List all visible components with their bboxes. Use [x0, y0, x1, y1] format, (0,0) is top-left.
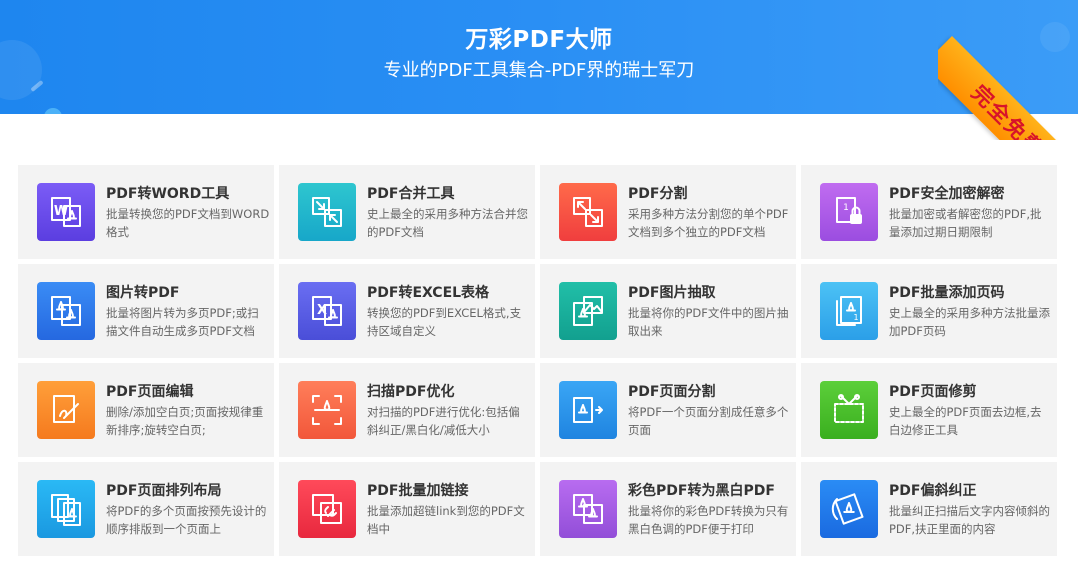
- tool-description: 批量添加超链link到您的PDF文档中: [367, 504, 525, 536]
- image-extract-icon: [559, 282, 617, 340]
- tool-title: PDF页面排列布局: [106, 483, 222, 499]
- tool-description: 批量转换您的PDF文档到WORD格式: [106, 207, 270, 239]
- split-icon: [559, 183, 617, 241]
- tool-description: 批量将你的PDF文件中的图片抽取出来: [628, 306, 789, 338]
- tool-card[interactable]: PDF批量加链接批量添加超链link到您的PDF文档中: [279, 462, 535, 556]
- tool-title: 图片转PDF: [106, 285, 180, 301]
- tool-description: 史上最全的采用多种方法批量添加PDF页码: [889, 306, 1050, 338]
- tool-card[interactable]: 1 PDF批量添加页码史上最全的采用多种方法批量添加PDF页码: [801, 264, 1057, 358]
- svg-text:1: 1: [843, 203, 849, 213]
- tool-description: 转换您的PDF到EXCEL格式,支持区域自定义: [367, 306, 522, 338]
- tool-title: PDF页面编辑: [106, 384, 194, 400]
- tool-card[interactable]: 彩色PDF转为黑白PDF 批量将你的彩色PDF转换为只有黑白色调的PDF便于打印: [540, 462, 796, 556]
- edit-icon: [37, 381, 95, 439]
- header-banner: 万彩PDF大师 专业的PDF工具集合-PDF界的瑞士军刀: [0, 0, 1078, 114]
- page-subtitle: 专业的PDF工具集合-PDF界的瑞士军刀: [383, 60, 695, 81]
- tool-description: 史上最全的PDF页面去边框,去白边修正工具: [889, 405, 1042, 437]
- tool-title: 扫描PDF优化: [367, 384, 455, 400]
- tool-grid: W PDF转WORD工具批量转换您的PDF文档到WORD格式 PDF合并工具史上最全…: [18, 165, 1058, 556]
- excel-icon: X: [298, 282, 356, 340]
- tool-card[interactable]: PDF页面修剪史上最全的PDF页面去边框,去白边修正工具: [801, 363, 1057, 457]
- tool-card[interactable]: PDF页面排列布局将PDF的多个页面按预先设计的顺序排版到一个页面上: [18, 462, 274, 556]
- scan-optimize-icon: [298, 381, 356, 439]
- page-number-icon: 1: [820, 282, 878, 340]
- tool-description: 史上最全的采用多种方法合并您的PDF文档: [367, 207, 528, 239]
- tool-title: PDF页面修剪: [889, 384, 977, 400]
- tool-title: 彩色PDF转为黑白PDF: [628, 483, 775, 499]
- tool-card[interactable]: X PDF转EXCEL表格转换您的PDF到EXCEL格式,支持区域自定义: [279, 264, 535, 358]
- free-badge-label: 完全免费: [966, 80, 1049, 140]
- tool-description: 批量加密或者解密您的PDF,批量添加过期日期限制: [889, 207, 1042, 239]
- tool-card[interactable]: PDF图片抽取批量将你的PDF文件中的图片抽取出来: [540, 264, 796, 358]
- tool-card[interactable]: W PDF转WORD工具批量转换您的PDF文档到WORD格式: [18, 165, 274, 259]
- tool-card[interactable]: PDF分割采用多种方法分割您的单个PDF文档到多个独立的PDF文档: [540, 165, 796, 259]
- tool-card[interactable]: PDF页面分割将PDF一个页面分割成任意多个页面: [540, 363, 796, 457]
- tool-description: 将PDF的多个页面按预先设计的顺序排版到一个页面上: [106, 504, 267, 536]
- tool-card[interactable]: 扫描PDF优化对扫描的PDF进行优化:包括偏斜纠正/黑白化/减低大小: [279, 363, 535, 457]
- tool-title: PDF图片抽取: [628, 285, 716, 301]
- tool-card[interactable]: PDF偏斜纠正批量纠正扫描后文字内容倾斜的PDF,扶正里面的内容: [801, 462, 1057, 556]
- page-split-icon: [559, 381, 617, 439]
- decor-dot: [44, 108, 62, 114]
- tool-title: PDF分割: [628, 186, 688, 202]
- tool-description: 批量将你的彩色PDF转换为只有黑白色调的PDF便于打印: [628, 504, 789, 536]
- svg-text:1: 1: [853, 313, 858, 322]
- crop-icon: [820, 381, 878, 439]
- tool-card[interactable]: PDF页面编辑删除/添加空白页;页面按规律重新排序;旋转空白页;: [18, 363, 274, 457]
- lock-icon: 1: [820, 183, 878, 241]
- tool-description: 批量将图片转为多页PDF;或扫描文件自动生成多页PDF文档: [106, 306, 259, 338]
- tool-description: 对扫描的PDF进行优化:包括偏斜纠正/黑白化/减低大小: [367, 405, 520, 437]
- free-ribbon: 完全免费: [938, 0, 1078, 140]
- tool-title: PDF页面分割: [628, 384, 716, 400]
- tool-card[interactable]: PDF合并工具史上最全的采用多种方法合并您的PDF文档: [279, 165, 535, 259]
- tool-card[interactable]: 图片转PDF 批量将图片转为多页PDF;或扫描文件自动生成多页PDF文档: [18, 264, 274, 358]
- tool-title: PDF偏斜纠正: [889, 483, 977, 499]
- image-to-pdf-icon: [37, 282, 95, 340]
- deskew-icon: [820, 480, 878, 538]
- tool-description: 批量纠正扫描后文字内容倾斜的PDF,扶正里面的内容: [889, 504, 1050, 536]
- tool-title: PDF安全加密解密: [889, 186, 1005, 202]
- tool-description: 采用多种方法分割您的单个PDF文档到多个独立的PDF文档: [628, 207, 789, 239]
- merge-icon: [298, 183, 356, 241]
- word-icon: W: [37, 183, 95, 241]
- link-icon: [298, 480, 356, 538]
- tool-title: PDF批量添加页码: [889, 285, 1005, 301]
- page-title: 万彩PDF大师: [465, 27, 613, 53]
- tool-description: 将PDF一个页面分割成任意多个页面: [628, 405, 789, 437]
- tool-description: 删除/添加空白页;页面按规律重新排序;旋转空白页;: [106, 405, 264, 437]
- tool-card[interactable]: 1 PDF安全加密解密批量加密或者解密您的PDF,批量添加过期日期限制: [801, 165, 1057, 259]
- tool-title: PDF转WORD工具: [106, 186, 230, 202]
- tool-title: PDF转EXCEL表格: [367, 285, 490, 301]
- tool-title: PDF合并工具: [367, 186, 455, 202]
- layout-icon: [37, 480, 95, 538]
- color-to-bw-icon: [559, 480, 617, 538]
- tool-title: PDF批量加链接: [367, 483, 469, 499]
